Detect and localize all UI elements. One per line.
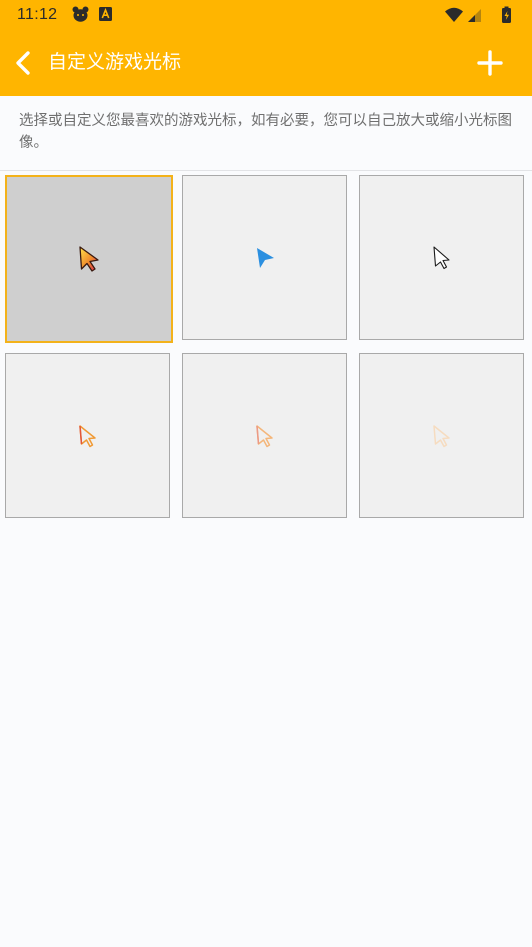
cursor-orange-icon [78, 424, 96, 447]
status-bar: 11:12 [0, 0, 532, 30]
cursor-blue-icon [256, 247, 274, 268]
cursor-light-orange-icon [255, 424, 273, 447]
cursor-tile-light-orange[interactable] [182, 353, 347, 518]
status-indicators [444, 5, 516, 25]
cursor-white-icon [432, 245, 450, 269]
divider [0, 170, 532, 171]
cursor-tile-blue[interactable] [182, 175, 347, 340]
page-title: 自定义游戏光标 [48, 52, 182, 73]
cursor-tile-white[interactable] [359, 175, 524, 340]
plus-icon [477, 50, 503, 76]
wifi-icon [445, 7, 463, 22]
a-box-app-icon [99, 6, 112, 25]
chevron-left-icon [16, 51, 30, 75]
cursor-faint-icon [432, 424, 450, 447]
cursor-tile-faint[interactable] [359, 353, 524, 518]
app-bar: 自定义游戏光标 [0, 30, 532, 96]
signal-icon [468, 9, 481, 22]
bear-app-icon [72, 6, 89, 26]
add-cursor-button[interactable] [474, 47, 506, 79]
battery-icon [502, 6, 511, 23]
cursor-tile-gradient[interactable] [5, 175, 173, 343]
back-button[interactable] [8, 47, 40, 79]
status-time: 11:12 [17, 6, 58, 23]
cursor-tile-orange[interactable] [5, 353, 170, 518]
cursor-gradient-icon [79, 246, 99, 272]
description-text: 选择或自定义您最喜欢的游戏光标，如有必要，您可以自己放大或缩小光标图像。 [19, 113, 512, 151]
